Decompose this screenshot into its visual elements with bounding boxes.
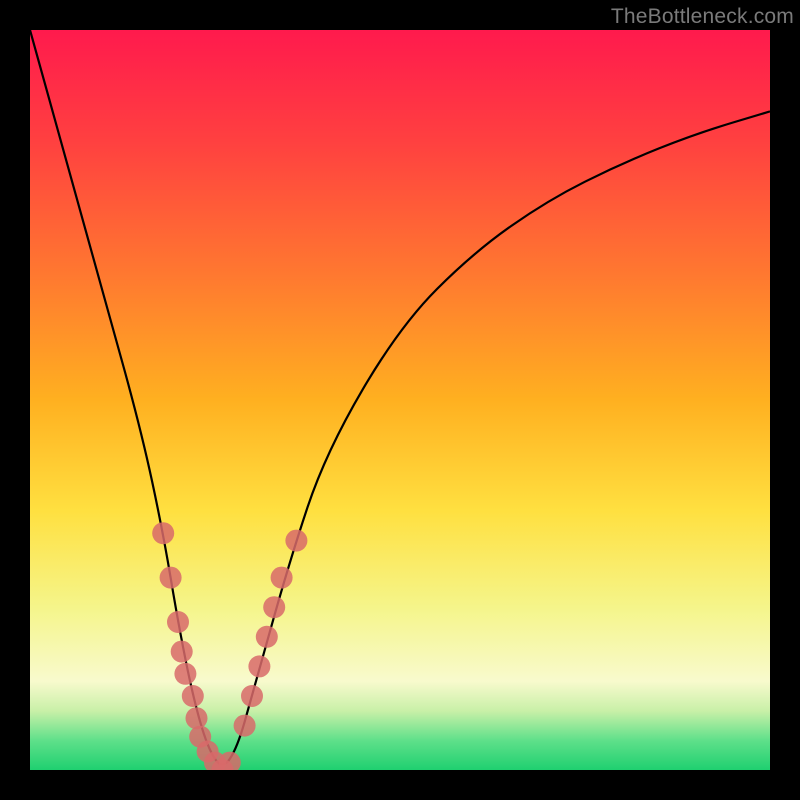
- marker-dot: [271, 567, 293, 589]
- marker-dot: [160, 567, 182, 589]
- marker-dot: [234, 715, 256, 737]
- marker-dot: [152, 522, 174, 544]
- marker-dot: [171, 641, 193, 663]
- watermark-text: TheBottleneck.com: [611, 5, 794, 29]
- marker-dot: [285, 530, 307, 552]
- marker-dot: [241, 685, 263, 707]
- curve-svg: [30, 30, 770, 770]
- marker-dot: [256, 626, 278, 648]
- highlighted-points: [152, 522, 307, 770]
- bottleneck-curve: [30, 30, 770, 764]
- marker-dot: [167, 611, 189, 633]
- marker-dot: [186, 707, 208, 729]
- marker-dot: [263, 596, 285, 618]
- marker-dot: [174, 663, 196, 685]
- marker-dot: [248, 655, 270, 677]
- chart-frame: TheBottleneck.com: [0, 0, 800, 800]
- marker-dot: [182, 685, 204, 707]
- plot-area: [30, 30, 770, 770]
